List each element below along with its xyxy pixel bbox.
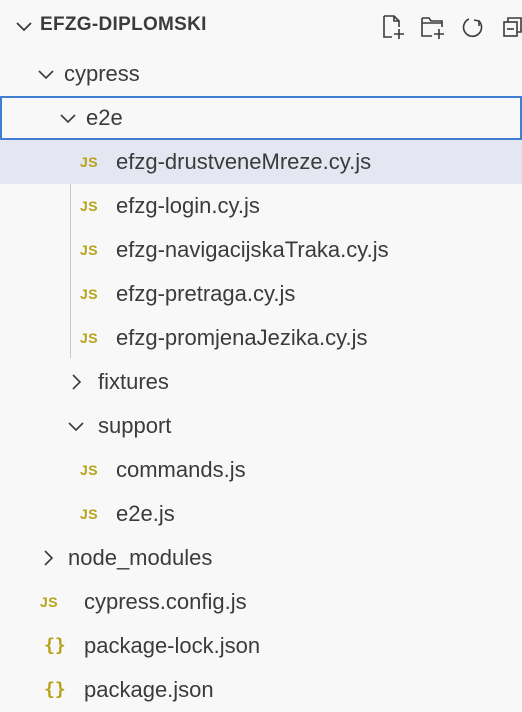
explorer-actions	[376, 12, 522, 42]
tree-item-label: package.json	[84, 677, 214, 702]
tree-item-label: efzg-promjenaJezika.cy.js	[116, 325, 368, 350]
file-explorer: EFZG-DIPLOMSKI cypress e2e JS efzg-drust…	[0, 0, 522, 711]
tree-file-efzg-navigacijskatraka[interactable]: JS efzg-navigacijskaTraka.cy.js	[0, 228, 522, 272]
tree-item-label: node_modules	[68, 545, 213, 570]
javascript-file-icon: JS	[80, 286, 99, 302]
new-file-icon[interactable]	[376, 12, 410, 42]
tree-item-label: cypress	[64, 61, 140, 86]
chevron-down-icon[interactable]	[58, 108, 78, 128]
json-file-icon: {}	[44, 679, 66, 700]
javascript-file-icon: JS	[80, 198, 99, 214]
tree-folder-fixtures[interactable]: fixtures	[0, 360, 522, 404]
tree-item-label: fixtures	[98, 369, 169, 394]
tree-file-e2e-js[interactable]: JS e2e.js	[0, 492, 522, 536]
tree-file-commands[interactable]: JS commands.js	[0, 448, 522, 492]
tree-folder-support[interactable]: support	[0, 404, 522, 448]
chevron-right-icon[interactable]	[38, 548, 58, 568]
tree-file-efzg-pretraga[interactable]: JS efzg-pretraga.cy.js	[0, 272, 522, 316]
javascript-file-icon: JS	[80, 462, 99, 478]
javascript-file-icon: JS	[80, 506, 99, 522]
tree-file-package[interactable]: {} package.json	[0, 668, 522, 712]
json-file-icon: {}	[44, 635, 66, 656]
tree-folder-cypress[interactable]: cypress	[0, 52, 522, 96]
javascript-file-icon: JS	[40, 594, 59, 610]
tree-file-cypress-config[interactable]: JS cypress.config.js	[0, 580, 522, 624]
tree-file-efzg-promjenajezika[interactable]: JS efzg-promjenaJezika.cy.js	[0, 316, 522, 360]
tree-item-label: cypress.config.js	[84, 589, 247, 614]
tree-item-label: commands.js	[116, 457, 246, 482]
tree-item-label: efzg-drustveneMreze.cy.js	[116, 149, 372, 174]
tree-item-label: efzg-navigacijskaTraka.cy.js	[116, 237, 389, 262]
chevron-down-icon[interactable]	[14, 16, 34, 36]
tree-item-label: efzg-login.cy.js	[116, 193, 260, 218]
refresh-icon[interactable]	[456, 12, 490, 42]
tree-file-efzg-drustvenemreze[interactable]: JS efzg-drustveneMreze.cy.js	[0, 140, 522, 184]
collapse-all-icon[interactable]	[496, 12, 522, 42]
chevron-down-icon[interactable]	[66, 416, 86, 436]
tree-item-label: e2e	[86, 105, 123, 130]
tree-item-label: efzg-pretraga.cy.js	[116, 281, 296, 306]
project-title: EFZG-DIPLOMSKI	[40, 14, 207, 35]
tree-file-efzg-login[interactable]: JS efzg-login.cy.js	[0, 184, 522, 228]
tree-file-package-lock[interactable]: {} package-lock.json	[0, 624, 522, 668]
tree-item-label: package-lock.json	[84, 633, 261, 658]
tree-folder-e2e[interactable]: e2e	[0, 96, 522, 140]
javascript-file-icon: JS	[80, 154, 99, 170]
explorer-header[interactable]: EFZG-DIPLOMSKI	[0, 0, 522, 52]
javascript-file-icon: JS	[80, 330, 99, 346]
new-folder-icon[interactable]	[416, 12, 450, 42]
javascript-file-icon: JS	[80, 242, 99, 258]
tree-item-label: support	[98, 413, 172, 438]
chevron-right-icon[interactable]	[66, 372, 86, 392]
tree-item-label: e2e.js	[116, 501, 175, 526]
chevron-down-icon[interactable]	[36, 64, 56, 84]
tree-folder-node-modules[interactable]: node_modules	[0, 536, 522, 580]
